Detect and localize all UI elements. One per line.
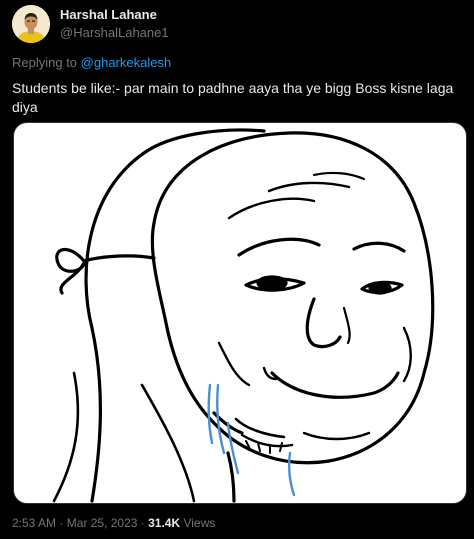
views-count[interactable]: 31.4K [148, 516, 180, 530]
tweet-text: Students be like:- par main to padhne aa… [12, 80, 454, 115]
meta-separator: · [137, 516, 149, 530]
wojak-mask-meme-icon [52, 128, 435, 503]
tweet-time[interactable]: 2:53 AM [12, 516, 56, 530]
author-names: Harshal Lahane @HarshalLahane1 [60, 6, 169, 42]
tweet: Harshal Lahane @HarshalLahane1 Replying … [0, 0, 474, 539]
avatar-photo-icon [12, 5, 50, 43]
meta-separator: · [56, 516, 67, 530]
avatar[interactable] [12, 5, 50, 43]
reply-mention-link[interactable]: @gharkekalesh [81, 55, 172, 70]
tweet-media[interactable] [13, 122, 467, 504]
tweet-meta: 2:53 AM · Mar 25, 2023 · 31.4K Views [12, 516, 215, 530]
replying-to: Replying to @gharkekalesh [12, 55, 171, 70]
tweet-date[interactable]: Mar 25, 2023 [67, 516, 138, 530]
tweet-header: Harshal Lahane @HarshalLahane1 [12, 4, 169, 44]
views-label: Views [180, 516, 216, 530]
author-display-name[interactable]: Harshal Lahane [60, 6, 169, 24]
replying-to-prefix: Replying to [12, 55, 81, 70]
author-handle[interactable]: @HarshalLahane1 [60, 24, 169, 42]
